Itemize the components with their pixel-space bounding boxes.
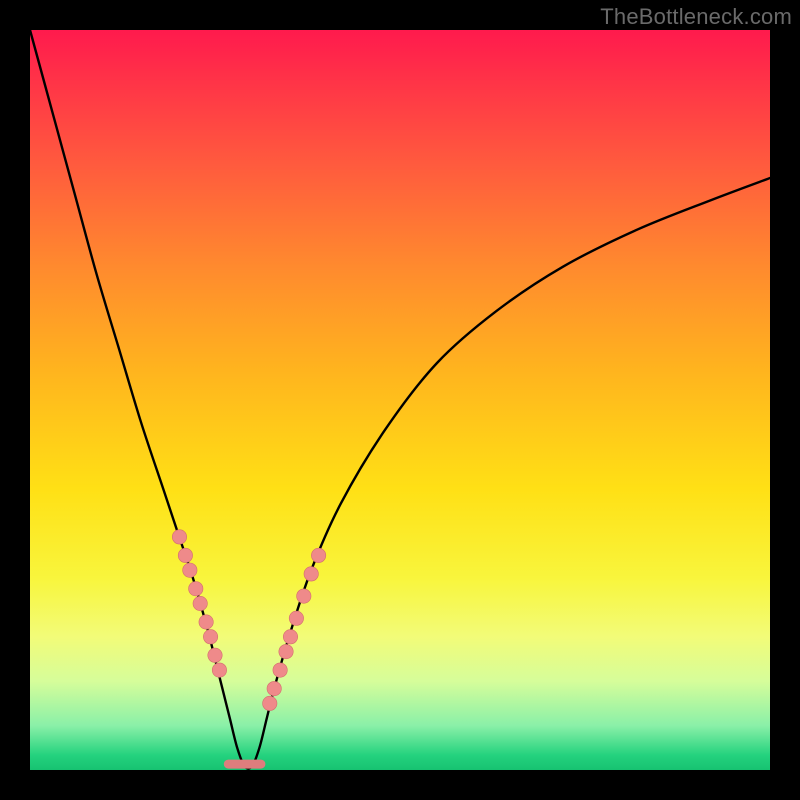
chart-frame: TheBottleneck.com xyxy=(0,0,800,800)
sample-dot xyxy=(203,630,217,644)
plot-area xyxy=(30,30,770,770)
sample-dot xyxy=(263,696,277,710)
bottleneck-curve xyxy=(30,30,770,769)
sample-dot xyxy=(172,530,186,544)
sample-dot xyxy=(304,567,318,581)
sample-dot xyxy=(273,663,287,677)
sample-dot xyxy=(279,644,293,658)
sample-dot xyxy=(208,648,222,662)
sample-dot xyxy=(193,596,207,610)
sample-dot xyxy=(212,663,226,677)
sample-dot xyxy=(178,548,192,562)
sample-dot xyxy=(289,611,303,625)
watermark-text: TheBottleneck.com xyxy=(600,4,792,30)
sample-dot xyxy=(311,548,325,562)
sample-dot xyxy=(283,630,297,644)
sample-dot xyxy=(189,582,203,596)
sample-dot xyxy=(199,615,213,629)
sample-dot xyxy=(183,563,197,577)
sample-dots-group xyxy=(172,530,326,711)
sample-dot xyxy=(267,681,281,695)
sample-dot xyxy=(297,589,311,603)
chart-svg xyxy=(30,30,770,770)
